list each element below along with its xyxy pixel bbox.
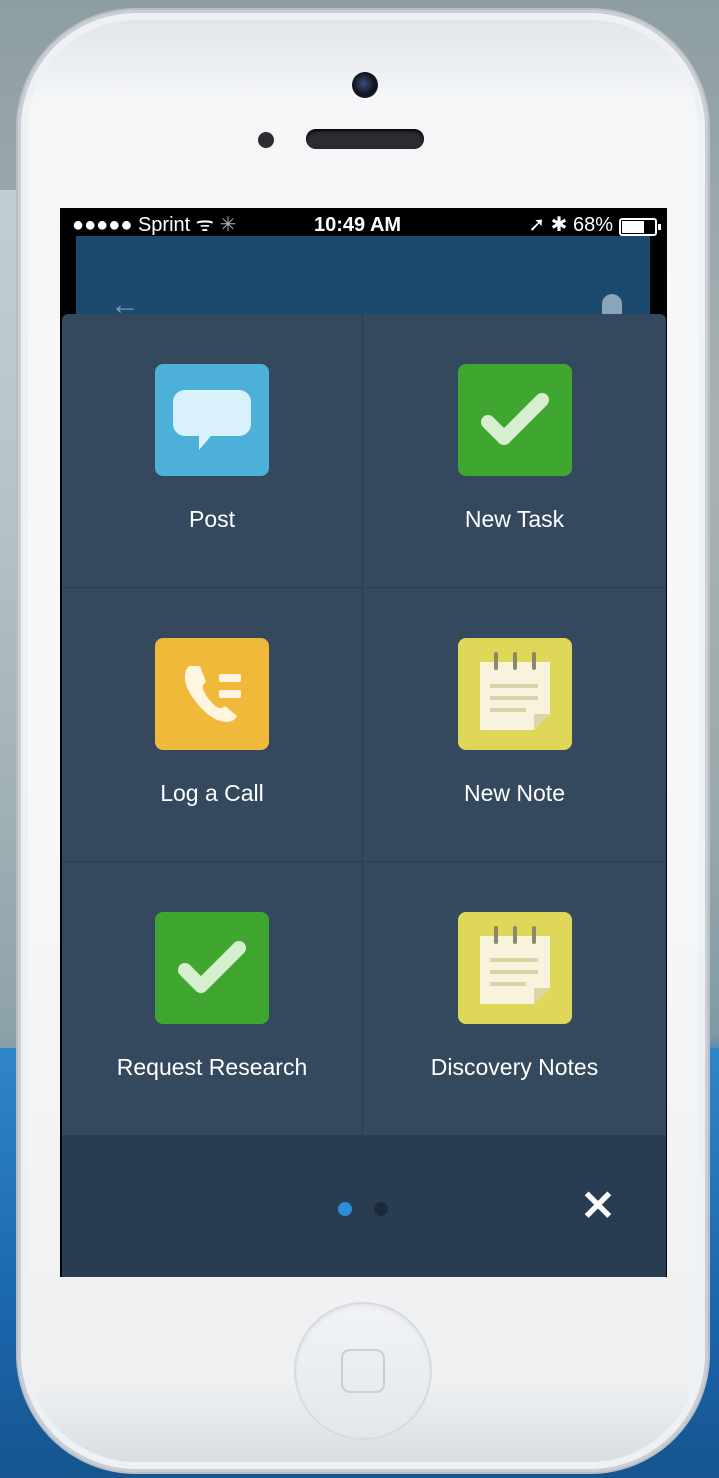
bluetooth-icon: ✱ — [550, 214, 568, 236]
proximity-sensor — [258, 132, 274, 148]
page-indicator-dot[interactable] — [374, 1202, 388, 1216]
location-arrow-icon: ➚ — [528, 214, 546, 236]
front-camera — [352, 72, 378, 98]
page-indicator-dot-active[interactable] — [338, 1202, 352, 1216]
action-label: Log a Call — [160, 780, 264, 806]
action-log-a-call[interactable]: Log a Call — [62, 588, 363, 862]
home-button[interactable] — [294, 1302, 432, 1440]
action-label: Discovery Notes — [430, 1054, 599, 1080]
action-grid: Post New Task Log a Call New Note Reques… — [62, 314, 666, 1136]
action-label: New Note — [464, 780, 565, 806]
checkmark-icon — [457, 364, 572, 476]
action-label: Post — [188, 506, 236, 532]
battery-percent: 68% — [572, 214, 613, 236]
speech-bubble-icon — [155, 364, 269, 476]
wifi-icon: ᯤ — [195, 214, 220, 236]
action-new-note[interactable]: New Note — [363, 588, 666, 862]
app-header-behind: ← — [76, 236, 650, 326]
action-label: Request Research — [116, 1054, 308, 1080]
carrier-label: ●●●●● Sprint — [72, 214, 191, 236]
action-request-research[interactable]: Request Research — [62, 862, 363, 1136]
close-icon[interactable]: ✕ — [578, 1185, 618, 1227]
action-discovery-notes[interactable]: Discovery Notes — [363, 862, 666, 1136]
action-post[interactable]: Post — [62, 314, 363, 588]
phone-screen: ●●●●● Sprint ᯤ ✳ 10:49 AM ➚ ✱ 68% ← Post… — [60, 208, 667, 1277]
action-label: New Task — [464, 506, 565, 532]
action-new-task[interactable]: New Task — [363, 314, 666, 588]
notepad-icon — [457, 912, 572, 1024]
battery-icon — [619, 218, 661, 236]
action-launcher-panel: Post New Task Log a Call New Note Reques… — [62, 314, 666, 1277]
phone-icon — [155, 638, 269, 750]
notepad-icon — [457, 638, 572, 750]
launcher-footer: ✕ — [62, 1136, 666, 1277]
checkmark-icon — [155, 912, 269, 1024]
activity-spinner-icon: ✳ — [219, 214, 237, 236]
earpiece-speaker — [306, 129, 424, 149]
